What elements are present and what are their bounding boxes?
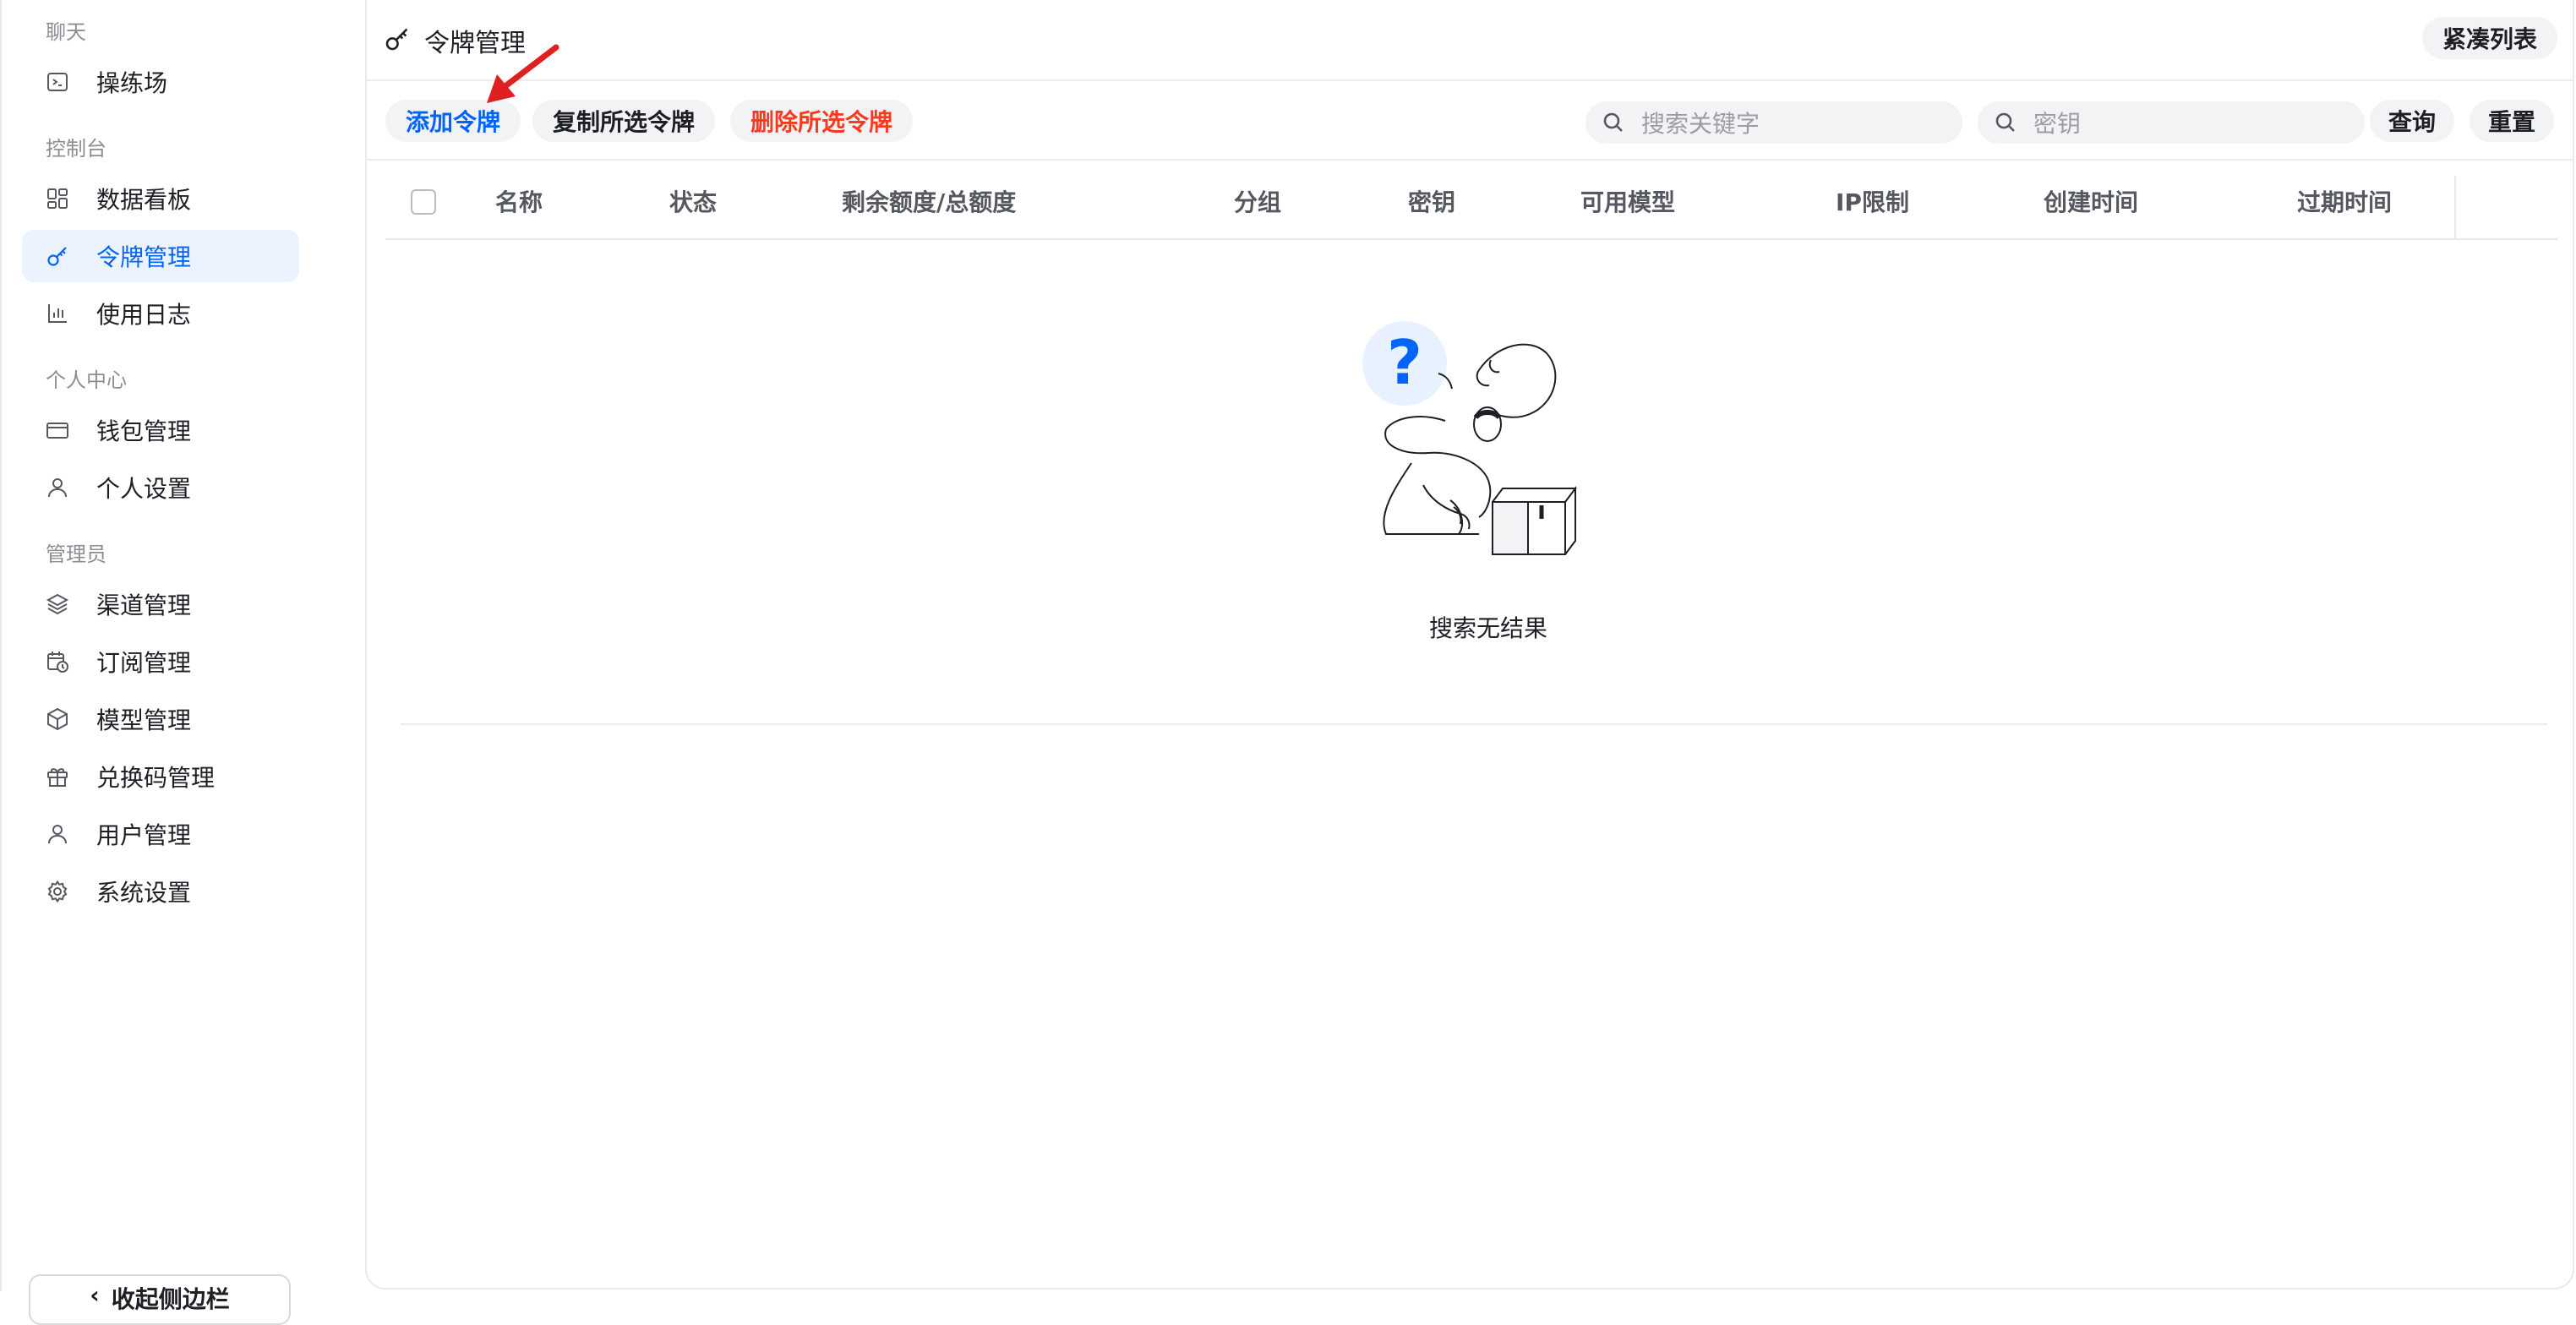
sidebar-item-label: 操练场 <box>96 69 168 97</box>
bar-chart-icon <box>46 302 69 325</box>
layers-icon <box>46 592 69 616</box>
sidebar-item-label: 钱包管理 <box>96 417 192 445</box>
keyword-search-box <box>1585 101 1962 145</box>
box-icon <box>46 707 69 731</box>
user-icon <box>46 822 69 846</box>
group-label-admin: 管理员 <box>46 543 106 566</box>
search-icon <box>1995 112 2017 134</box>
sidebar-item-system-settings[interactable]: 系统设置 <box>22 865 299 918</box>
sidebar-item-label: 渠道管理 <box>96 592 192 619</box>
add-token-button[interactable]: 添加令牌 <box>385 100 521 142</box>
sidebar-item-label: 个人设置 <box>96 475 192 503</box>
page-title: 令牌管理 <box>424 29 526 58</box>
compact-list-button[interactable]: 紧凑列表 <box>2422 17 2558 59</box>
table-bottom-divider <box>401 723 2547 725</box>
empty-state-text: 搜索无结果 <box>1428 614 1547 642</box>
gift-icon <box>46 765 69 788</box>
column-header-models[interactable]: 可用模型 <box>1580 184 1675 218</box>
column-header-quota[interactable]: 剩余额度/总额度 <box>842 184 1016 218</box>
sidebar-item-models[interactable]: 模型管理 <box>22 693 299 745</box>
query-button[interactable]: 查询 <box>2370 100 2455 142</box>
page-header: 令牌管理 紧凑列表 <box>367 0 2573 81</box>
sidebar-item-label: 模型管理 <box>96 706 192 734</box>
dashboard-icon <box>46 187 69 210</box>
search-icon <box>1602 112 1624 134</box>
user-icon <box>46 476 69 499</box>
sidebar-item-label: 用户管理 <box>96 821 192 849</box>
column-header-expire-time[interactable]: 过期时间 <box>2297 184 2392 218</box>
key-icon <box>46 244 69 268</box>
terminal-icon <box>46 70 69 94</box>
column-header-key[interactable]: 密钥 <box>1408 184 1455 218</box>
sidebar-item-label: 令牌管理 <box>96 243 192 271</box>
sidebar-item-redeem-codes[interactable]: 兑换码管理 <box>22 750 299 803</box>
delete-selected-tokens-button[interactable]: 删除所选令牌 <box>730 100 914 142</box>
sidebar-item-tokens[interactable]: 令牌管理 <box>22 230 299 282</box>
wallet-icon <box>46 418 69 442</box>
sidebar-item-wallet[interactable]: 钱包管理 <box>22 404 299 456</box>
sidebar-item-playground[interactable]: 操练场 <box>22 56 299 108</box>
keyword-search-input[interactable] <box>1640 101 1956 145</box>
calendar-clock-icon <box>46 650 69 673</box>
key-search-input[interactable] <box>2032 101 2356 145</box>
sidebar-item-label: 数据看板 <box>96 186 192 214</box>
gear-icon <box>46 880 69 903</box>
sidebar-item-label: 兑换码管理 <box>96 764 216 792</box>
collapse-sidebar-label: 收起侧边栏 <box>111 1285 230 1313</box>
key-icon <box>384 25 411 52</box>
sidebar-item-users[interactable]: 用户管理 <box>22 808 299 860</box>
column-divider <box>2454 176 2456 238</box>
sidebar-item-subscriptions[interactable]: 订阅管理 <box>22 635 299 688</box>
sidebar-item-personal-settings[interactable]: 个人设置 <box>22 461 299 514</box>
empty-state-text-wrap: 搜索无结果 <box>367 610 2573 644</box>
group-label-console: 控制台 <box>46 137 106 161</box>
empty-state: ? 搜索无结果 <box>367 238 2573 725</box>
empty-search-illustration: ? <box>1361 319 1614 573</box>
collapse-sidebar-button[interactable]: ‹ 收起侧边栏 <box>29 1274 291 1325</box>
column-header-ip-limit[interactable]: IP限制 <box>1836 184 1909 218</box>
select-all-checkbox[interactable] <box>411 189 436 215</box>
table-header: 名称 状态 剩余额度/总额度 分组 密钥 可用模型 IP限制 创建时间 过期时间 <box>385 161 2557 240</box>
sidebar-item-dashboard[interactable]: 数据看板 <box>22 172 299 225</box>
group-label-chat: 聊天 <box>46 20 86 44</box>
chevron-left-icon: ‹ <box>90 1281 100 1309</box>
sidebar-item-usage-logs[interactable]: 使用日志 <box>22 287 299 340</box>
sidebar-item-label: 系统设置 <box>96 879 192 907</box>
column-header-name[interactable]: 名称 <box>495 184 543 218</box>
column-header-created-time[interactable]: 创建时间 <box>2044 184 2138 218</box>
column-header-group[interactable]: 分组 <box>1234 184 1281 218</box>
key-search-box <box>1978 101 2365 145</box>
copy-selected-tokens-button[interactable]: 复制所选令牌 <box>532 100 716 142</box>
group-label-personal: 个人中心 <box>46 368 127 392</box>
column-header-status[interactable]: 状态 <box>669 184 717 218</box>
svg-text:?: ? <box>1387 327 1422 398</box>
sidebar: 聊天 操练场 控制台 数据看板 令牌管理 使用日志 个人中心 钱包管理 个人设置… <box>0 0 355 1325</box>
sidebar-item-label: 订阅管理 <box>96 649 192 677</box>
reset-button[interactable]: 重置 <box>2470 100 2555 142</box>
main-panel: 令牌管理 紧凑列表 添加令牌 复制所选令牌 删除所选令牌 查询 重置 名称 状态… <box>365 0 2574 1290</box>
sidebar-item-label: 使用日志 <box>96 301 192 329</box>
toolbar: 添加令牌 复制所选令牌 删除所选令牌 查询 重置 <box>367 81 2573 161</box>
sidebar-item-channels[interactable]: 渠道管理 <box>22 578 299 630</box>
